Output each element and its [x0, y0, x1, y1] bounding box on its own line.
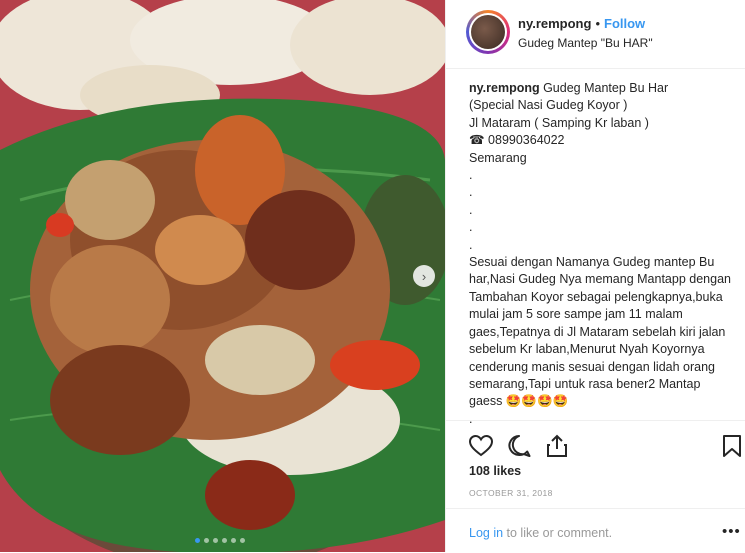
username-link[interactable]: ny.rempong	[518, 16, 591, 31]
comment-bubble-icon[interactable]	[506, 433, 532, 459]
post-date[interactable]: OCTOBER 31, 2018	[469, 488, 553, 498]
user-line: ny.rempong • Follow	[518, 16, 645, 31]
caption-body: Sesuai dengan Namanya Gudeg mantep Bu ha…	[469, 255, 731, 409]
carousel-dots	[195, 538, 245, 543]
post-caption: ny.rempong Gudeg Mantep Bu Har (Special …	[469, 80, 734, 428]
caption-title: Gudeg Mantep Bu Har	[539, 81, 669, 95]
caption-username-link[interactable]: ny.rempong	[469, 81, 540, 95]
caption-line: .	[469, 237, 473, 252]
login-link[interactable]: Log in	[469, 526, 503, 540]
carousel-dot	[222, 538, 227, 543]
bookmark-icon[interactable]	[719, 433, 745, 459]
carousel-dot	[240, 538, 245, 543]
chevron-right-icon: ›	[421, 268, 427, 284]
more-options-icon[interactable]: •••	[722, 523, 741, 540]
carousel-dot	[195, 538, 200, 543]
carousel-next-button[interactable]: ›	[413, 265, 435, 287]
carousel-dot	[213, 538, 218, 543]
caption-line: Semarang	[469, 150, 527, 165]
caption-line: ☎ 08990364022	[469, 133, 565, 148]
avatar[interactable]	[466, 10, 510, 54]
post-footer: Log in to like or comment. •••	[446, 508, 745, 553]
carousel-dot	[231, 538, 236, 543]
carousel-dot	[204, 538, 209, 543]
separator-dot: •	[595, 16, 600, 31]
follow-button[interactable]: Follow	[604, 16, 645, 31]
caption-line: .	[469, 220, 473, 235]
login-prompt-text: to like or comment.	[503, 526, 613, 540]
location-link[interactable]: Gudeg Mantep "Bu HAR"	[518, 36, 653, 50]
share-upload-icon[interactable]	[544, 433, 570, 459]
like-count[interactable]: 108 likes	[469, 464, 521, 478]
post-side-panel: ny.rempong • Follow Gudeg Mantep "Bu HAR" …	[445, 0, 745, 552]
caption-line: .	[469, 168, 473, 183]
post-header: ny.rempong • Follow Gudeg Mantep "Bu HAR"	[446, 0, 745, 69]
food-photo-illustration	[0, 0, 445, 552]
caption-line: .	[469, 202, 473, 217]
caption-line: (Special Nasi Gudeg Koyor )	[469, 98, 628, 113]
login-prompt: Log in to like or comment.	[469, 526, 612, 540]
caption-line: Jl Mataram ( Samping Kr laban )	[469, 115, 649, 130]
heart-outline-icon[interactable]	[468, 433, 494, 459]
caption-line: .	[469, 185, 473, 200]
post-photo[interactable]: ›	[0, 0, 445, 552]
